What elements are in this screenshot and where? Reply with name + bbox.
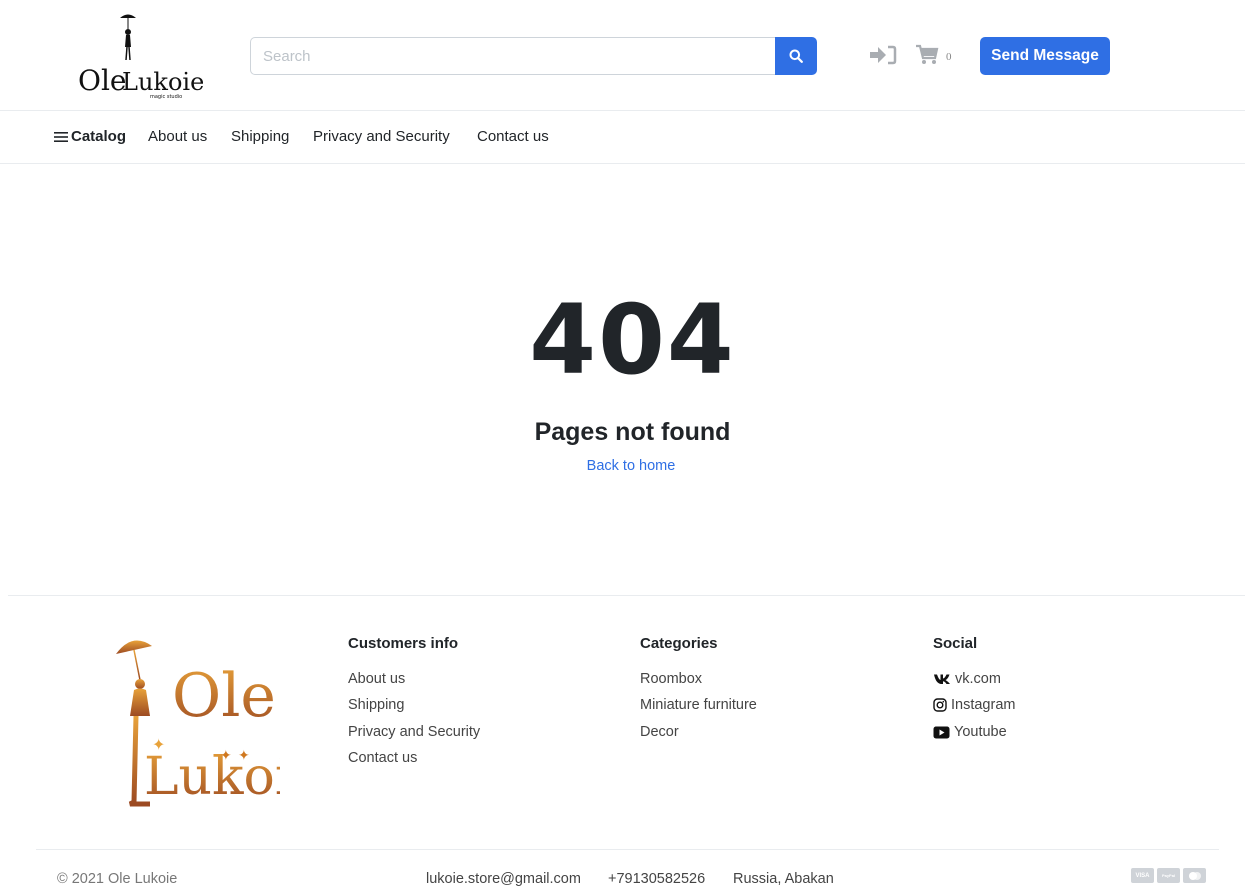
instagram-icon [933, 698, 947, 712]
mastercard-icon: mastercard [1183, 868, 1206, 883]
social-link-instagram[interactable]: Instagram [933, 697, 1015, 713]
svg-text:Lukoie: Lukoie [122, 68, 203, 96]
login-icon[interactable] [868, 44, 898, 66]
nav-link-privacy-security[interactable]: Privacy and Security [313, 128, 450, 145]
search-bar [250, 37, 817, 75]
svg-text:Ole: Ole [172, 661, 276, 731]
social-youtube-label: Youtube [954, 724, 1007, 740]
cart-icon[interactable] [915, 44, 939, 66]
footer-bottom-divider [36, 849, 1219, 850]
visa-icon: VISA [1131, 868, 1154, 883]
payment-methods: VISA PayPal mastercard [1131, 868, 1206, 883]
social-vk-label: vk.com [955, 671, 1001, 687]
error-code: 404 [529, 284, 736, 396]
ole-lukoie-logo-image: Ole Lukoie magic studio [78, 14, 204, 100]
social-link-youtube[interactable]: Youtube [933, 724, 1007, 740]
footer-email[interactable]: lukoie.store@gmail.com [426, 871, 581, 886]
site-header: Ole Lukoie magic studio 0 Send Message [0, 0, 1245, 111]
brand-logo[interactable]: Ole Lukoie magic studio [78, 12, 204, 102]
nav-link-shipping[interactable]: Shipping [231, 128, 289, 145]
copyright-text: © 2021 Ole Lukoie [57, 871, 178, 886]
footer-link-contact-us[interactable]: Contact us [348, 750, 417, 766]
svg-text:Lukoie: Lukoie [144, 747, 280, 807]
svg-text:Ole: Ole [78, 64, 126, 97]
footer-category-roombox[interactable]: Roombox [640, 671, 702, 687]
catalog-menu-button[interactable]: Catalog [54, 128, 126, 145]
nav-link-about-us[interactable]: About us [148, 128, 207, 145]
footer-link-privacy-security[interactable]: Privacy and Security [348, 724, 480, 740]
search-input[interactable] [250, 37, 775, 75]
svg-text:✦: ✦ [220, 748, 232, 764]
footer-social-title: Social [933, 635, 978, 652]
footer-categories-title: Categories [640, 635, 718, 652]
back-to-home-link[interactable]: Back to home [0, 458, 1245, 474]
footer-link-shipping[interactable]: Shipping [348, 697, 404, 713]
svg-text:magic studio: magic studio [150, 94, 182, 100]
footer-link-about-us[interactable]: About us [348, 671, 405, 687]
social-instagram-label: Instagram [951, 697, 1016, 713]
ole-lukoie-footer-logo-image: Ole Lukoie ✦ ✦ ✦ [116, 640, 322, 807]
footer-logo[interactable]: Ole Lukoie ✦ ✦ ✦ [110, 632, 322, 810]
hamburger-icon [54, 131, 68, 142]
error-title: Pages not found [534, 418, 731, 446]
social-link-vk[interactable]: vk.com [933, 671, 1001, 687]
footer-category-decor[interactable]: Decor [640, 724, 679, 740]
vk-icon [934, 674, 950, 684]
footer-phone[interactable]: +79130582526 [608, 871, 705, 886]
footer-location: Russia, Abakan [733, 871, 834, 886]
paypal-icon: PayPal [1157, 868, 1180, 883]
cart-count-badge: 0 [946, 51, 952, 63]
nav-link-contact-us[interactable]: Contact us [477, 128, 549, 145]
footer-customers-info-title: Customers info [348, 635, 459, 652]
youtube-icon [933, 726, 950, 738]
footer-divider [8, 595, 1245, 596]
main-nav: Catalog About us Shipping Privacy and Se… [0, 111, 1245, 164]
footer-category-miniature-furniture[interactable]: Miniature furniture [640, 697, 757, 713]
search-button[interactable] [775, 37, 817, 75]
send-message-button[interactable]: Send Message [980, 37, 1110, 75]
svg-text:✦: ✦ [152, 735, 165, 754]
catalog-label: Catalog [71, 128, 127, 145]
search-icon [789, 49, 803, 63]
svg-text:✦: ✦ [238, 748, 250, 764]
